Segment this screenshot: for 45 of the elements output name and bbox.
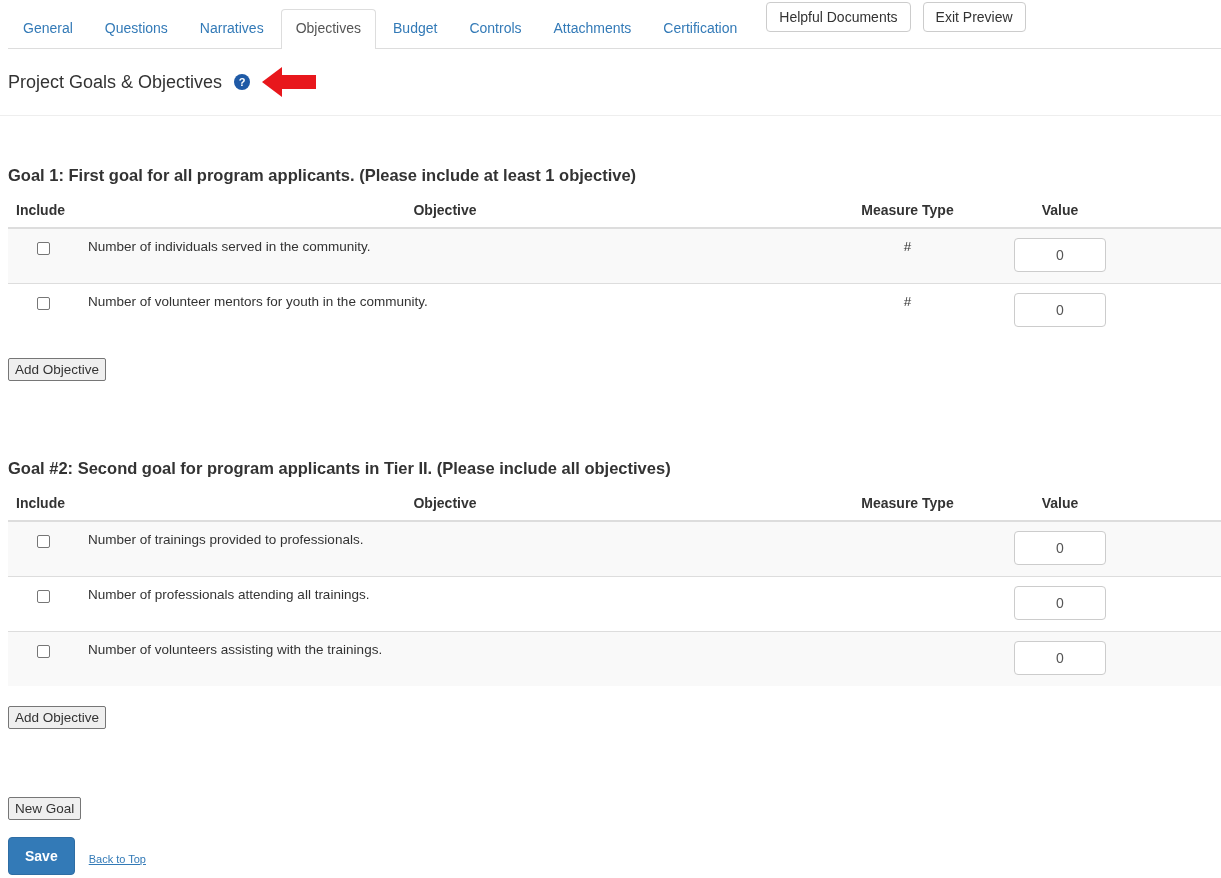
tab[interactable]: Certification [648,9,753,48]
tab[interactable]: Controls [454,9,537,48]
add-objective-button[interactable]: Add Objective [8,358,107,381]
arrow-icon [262,67,317,97]
checkbox[interactable] [37,242,50,255]
checkbox[interactable] [37,645,50,658]
objective-text: Number of individuals served in the community. [88,239,371,254]
tab[interactable]: Budget [378,9,453,48]
value-field[interactable]: 0 [1014,293,1106,327]
checkbox[interactable] [37,535,50,548]
value-field[interactable]: 0 [1014,531,1106,565]
goal-heading: Goal #2: Second goal for program applicants in Tier II. (Please include all objectives) [8,459,672,478]
tab[interactable]: Attachments [538,9,647,48]
checkbox[interactable] [37,297,50,310]
measure-type: # [903,294,912,309]
column-header: Value [1041,495,1079,511]
value-field[interactable]: 0 [1014,586,1106,620]
tab[interactable]: General [8,9,88,48]
add-objective-button[interactable]: Add Objective [8,706,107,729]
helpful-documents-button[interactable]: Helpful Documents [766,2,911,32]
tab[interactable]: Narratives [184,9,279,48]
objective-text: Number of volunteers assisting with the trainings. [88,642,383,657]
value-field[interactable]: 0 [1014,641,1106,675]
back-to-top-link[interactable]: Back to Top [88,853,146,865]
column-header: Include [16,202,65,218]
column-header: Include [16,495,65,511]
help-icon[interactable]: ? [234,74,251,90]
exit-preview-button[interactable]: Exit Preview [922,2,1026,32]
goal-heading: Goal 1: First goal for all program applicants. (Please include at least 1 objective) [8,166,638,185]
column-header: Measure Type [861,495,954,511]
save-button[interactable]: Save [8,837,75,875]
column-header: Measure Type [861,202,954,218]
column-header: Value [1041,202,1079,218]
tab[interactable]: Objectives [280,9,376,49]
measure-type: # [903,239,912,254]
checkbox[interactable] [37,590,50,603]
column-header: Objective [413,202,477,218]
new-goal-button[interactable]: New Goal [8,797,82,820]
objective-text: Number of professionals attending all trainings. [88,587,370,602]
objective-text: Number of trainings provided to professionals. [88,532,364,547]
tab[interactable]: Questions [89,9,183,48]
objective-text: Number of volunteer mentors for youth in the community. [88,294,428,309]
value-field[interactable]: 0 [1014,238,1106,272]
column-header: Objective [413,495,477,511]
page-title: Project Goals & Objectives [8,71,223,93]
